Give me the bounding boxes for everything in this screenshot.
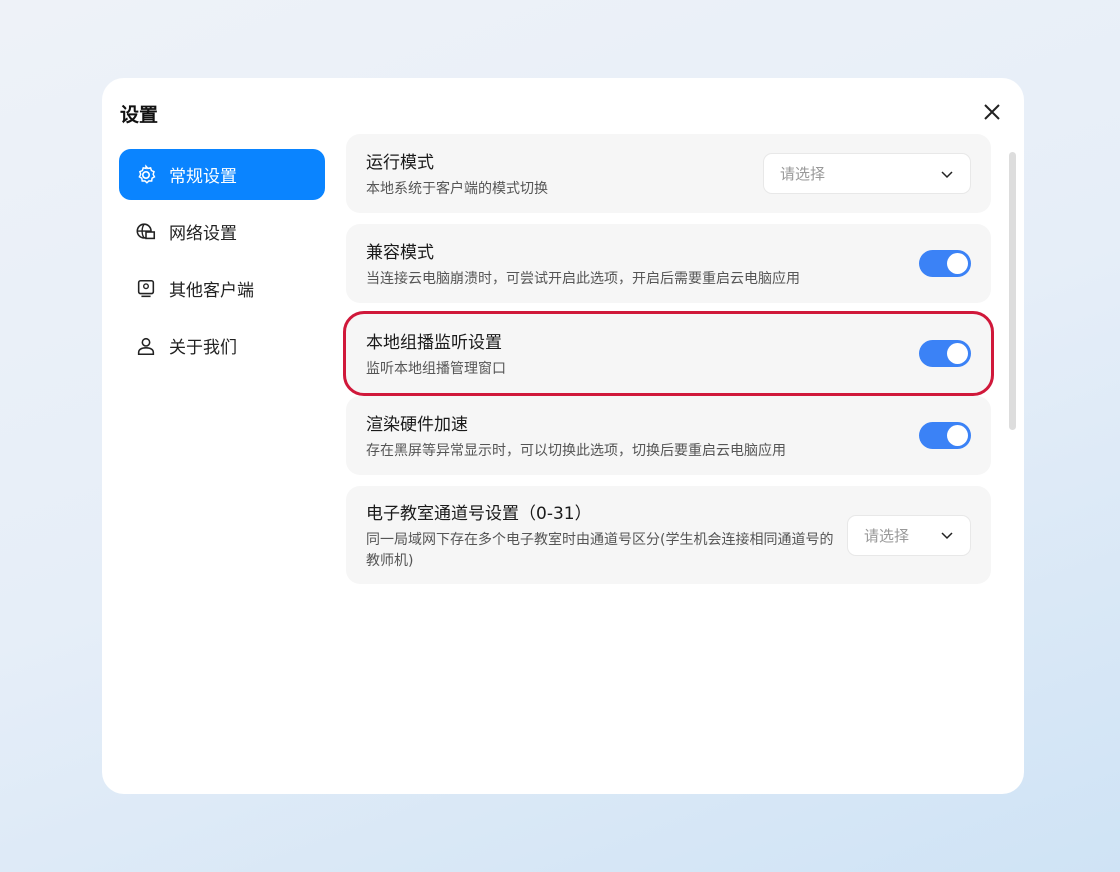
setting-hw-accel: 渲染硬件加速存在黑屏等异常显示时，可以切换此选项，切换后要重启云电脑应用 xyxy=(346,396,991,475)
sidebar-item-about[interactable]: 关于我们 xyxy=(119,320,325,371)
setting-title: 电子教室通道号设置（0-31） xyxy=(366,503,592,524)
multicast-listen-toggle[interactable] xyxy=(919,340,971,367)
setting-compat-mode: 兼容模式当连接云电脑崩溃时，可尝试开启此选项，开启后需要重启云电脑应用 xyxy=(346,224,991,303)
setting-desc: 监听本地组播管理窗口 xyxy=(366,360,506,377)
chevron-down-icon xyxy=(941,170,953,178)
sidebar-item-label: 其他客户端 xyxy=(169,281,254,301)
setting-desc: 存在黑屏等异常显示时，可以切换此选项，切换后要重启云电脑应用 xyxy=(366,442,786,459)
setting-desc: 同一局域网下存在多个电子教室时由通道号区分(学生机会连接相同通道号的教师机) xyxy=(366,531,834,569)
sidebar-item-other-clients[interactable]: 其他客户端 xyxy=(119,263,325,314)
setting-desc: 当连接云电脑崩溃时，可尝试开启此选项，开启后需要重启云电脑应用 xyxy=(366,270,800,287)
network-icon xyxy=(136,222,156,239)
setting-title: 兼容模式 xyxy=(366,242,434,263)
setting-run-mode: 运行模式本地系统于客户端的模式切换 请选择 xyxy=(346,134,991,213)
sidebar-item-general[interactable]: 常规设置 xyxy=(119,149,325,200)
setting-title: 渲染硬件加速 xyxy=(366,414,468,435)
select-value: 请选择 xyxy=(864,526,910,545)
user-icon xyxy=(137,337,155,355)
compat-mode-toggle[interactable] xyxy=(919,250,971,277)
channel-select[interactable]: 请选择 xyxy=(847,514,971,556)
setting-desc: 本地系统于客户端的模式切换 xyxy=(366,180,548,197)
gear-icon xyxy=(138,163,156,184)
setting-title: 本地组播监听设置 xyxy=(366,332,502,353)
sidebar-item-network[interactable]: 网络设置 xyxy=(119,206,325,257)
setting-classroom-channel: 电子教室通道号设置（0-31） 同一局域网下存在多个电子教室时由通道号区分(学生机… xyxy=(346,486,991,584)
setting-title: 运行模式 xyxy=(366,152,434,173)
dialog-title: 设置 xyxy=(120,104,159,126)
settings-dialog: 设置 常规设置 网络设置 其他客户端 关于我们 运行模式本地系统于客户端的模式切… xyxy=(102,78,1024,794)
settings-list: 运行模式 本地系统于客户端的模式切换 请选择 兼容模式 当连接云电脑崩溃时，可尝试开启… xyxy=(343,134,994,595)
sidebar: 常规设置 网络设置 其他客户端 关于我们 xyxy=(119,149,325,377)
hw-accel-toggle[interactable] xyxy=(919,422,971,449)
monitor-icon xyxy=(137,279,155,297)
setting-multicast-listen: 本地组播监听设置监听本地组播管理窗口 xyxy=(343,311,994,396)
sidebar-item-label: 关于我们 xyxy=(169,338,237,358)
chevron-down-icon xyxy=(941,532,953,540)
scrollbar[interactable] xyxy=(1009,152,1016,430)
sidebar-item-label: 网络设置 xyxy=(169,224,237,244)
close-icon[interactable] xyxy=(980,100,1004,124)
run-mode-select[interactable]: 请选择 xyxy=(763,153,971,194)
sidebar-item-label: 常规设置 xyxy=(169,167,237,187)
select-value: 请选择 xyxy=(780,165,826,183)
